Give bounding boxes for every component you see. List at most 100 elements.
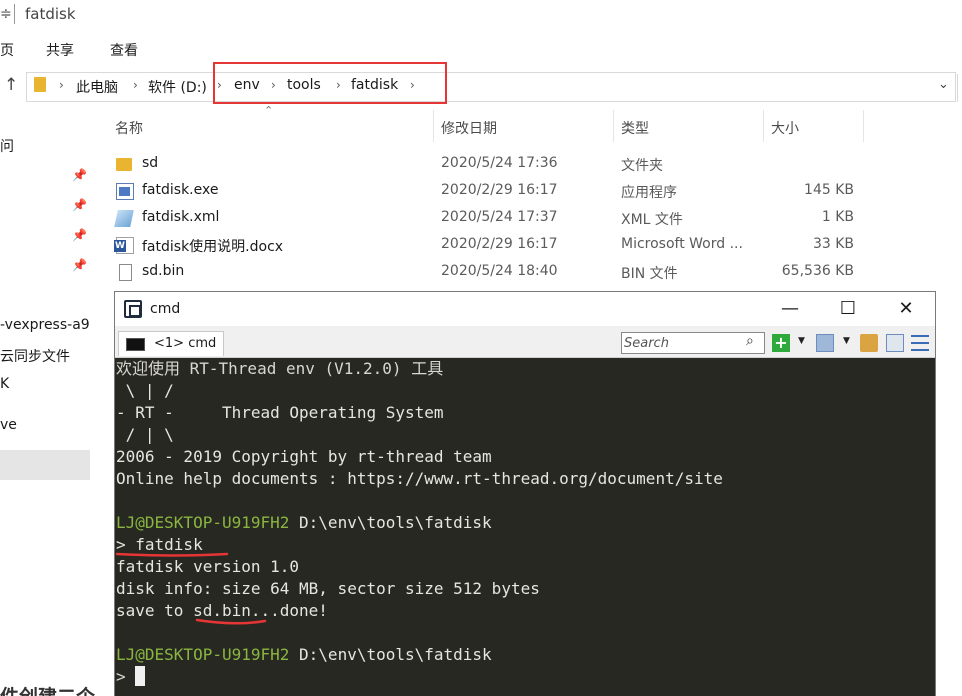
background-document-text: 件创建二个 xyxy=(0,682,95,696)
column-size[interactable]: 大小 xyxy=(771,118,799,138)
column-type[interactable]: 类型 xyxy=(621,118,649,138)
breadcrumb-this-pc[interactable]: 此电脑 xyxy=(76,77,118,97)
minimize-button[interactable]: — xyxy=(761,292,819,326)
explorer-title-bar: ≑ fatdisk xyxy=(0,0,962,32)
hamburger-menu-icon[interactable] xyxy=(911,335,929,351)
console-output[interactable]: 欢迎使用 RT-Thread env (V1.2.0) 工具 \ | / - R… xyxy=(115,358,935,696)
nav-item-cloud-sync[interactable]: 云同步文件 xyxy=(0,346,92,366)
console-prompt: LJ@DESKTOP-U919FH2 D:\env\tools\fatdisk xyxy=(116,644,492,666)
console-line: 欢迎使用 RT-Thread env (V1.2.0) 工具 xyxy=(116,359,444,378)
exe-icon xyxy=(116,183,134,200)
nav-item-selected[interactable] xyxy=(0,450,90,480)
nav-item[interactable]: K xyxy=(0,376,92,392)
console-line: 2006 - 2019 Copyright by rt-thread team xyxy=(116,447,492,466)
annotation-highlight-box xyxy=(213,62,447,104)
file-row[interactable]: fatdisk.xml 2020/5/24 17:37 XML 文件 1 KB xyxy=(112,205,872,232)
text-cursor xyxy=(135,666,145,686)
file-size: 1 KB xyxy=(821,209,854,225)
chevron-down-icon[interactable]: ▼ xyxy=(798,336,805,346)
file-name: sd xyxy=(142,155,159,171)
file-size: 33 KB xyxy=(812,236,854,252)
ribbon-tab-share[interactable]: 共享 xyxy=(46,40,74,60)
pin-icon[interactable]: 📌 xyxy=(72,228,87,242)
console-prompt: LJ@DESKTOP-U919FH2 D:\env\tools\fatdisk xyxy=(116,512,492,534)
address-separator xyxy=(957,74,958,102)
cmd-window: cmd — ☐ ✕ <1> cmd ⌕ + ▼ ▼ 欢迎使用 RT-Thread… xyxy=(114,291,936,696)
new-console-button[interactable]: + xyxy=(772,334,790,352)
column-name[interactable]: 名称 xyxy=(115,118,143,138)
console-line: disk info: size 64 MB, sector size 512 b… xyxy=(116,579,540,598)
file-type: XML 文件 xyxy=(621,212,683,228)
file-size: 145 KB xyxy=(804,182,854,198)
quick-access-icon[interactable]: ≑ xyxy=(0,6,12,22)
nav-item-vexpress[interactable]: -vexpress-a9 xyxy=(0,317,92,333)
sort-ascending-icon: ⌃ xyxy=(264,104,274,117)
cmd-title: cmd xyxy=(150,301,181,317)
cmd-title-bar[interactable]: cmd — ☐ ✕ xyxy=(115,292,935,326)
ribbon-tabs: 页 共享 查看 xyxy=(0,32,962,66)
console-line: > fatdisk xyxy=(116,535,203,554)
prompt-path: D:\env\tools\fatdisk xyxy=(299,513,492,532)
cmd-toolbar: <1> cmd ⌕ + ▼ ▼ xyxy=(115,326,935,358)
console-line: > xyxy=(116,667,126,686)
folder-icon xyxy=(116,158,132,171)
console-line: fatdisk version 1.0 xyxy=(116,557,300,576)
up-arrow-icon[interactable]: ↑ xyxy=(4,75,18,95)
file-row[interactable]: sd 2020/5/24 17:36 文件夹 xyxy=(112,151,872,178)
console-line: save to sd.bin...done! xyxy=(116,601,328,620)
prompt-user: LJ@DESKTOP-U919FH2 xyxy=(116,645,290,664)
console-line: Online help documents : https://www.rt-t… xyxy=(116,469,723,488)
folder-icon xyxy=(34,77,46,92)
xml-icon xyxy=(114,210,134,227)
chevron-down-icon[interactable]: ▼ xyxy=(843,336,850,346)
file-date: 2020/5/24 17:36 xyxy=(441,155,558,171)
file-row[interactable]: fatdisk使用说明.docx 2020/2/29 16:17 Microso… xyxy=(112,232,872,259)
panel-toggle-button[interactable] xyxy=(886,334,904,352)
lock-icon[interactable] xyxy=(860,334,878,352)
search-box[interactable]: ⌕ xyxy=(621,332,765,354)
pin-icon[interactable]: 📌 xyxy=(72,168,87,182)
file-row[interactable]: sd.bin 2020/5/24 18:40 BIN 文件 65,536 KB xyxy=(112,259,872,286)
file-type: Microsoft Word ... xyxy=(621,236,743,252)
tab-cmd[interactable]: <1> cmd xyxy=(118,331,224,356)
search-input[interactable] xyxy=(624,334,742,352)
word-icon xyxy=(114,237,134,254)
chevron-right-icon[interactable]: › xyxy=(133,78,138,92)
pin-icon[interactable]: 📌 xyxy=(72,258,87,272)
title-separator xyxy=(14,4,15,24)
console-icon xyxy=(126,338,145,351)
console-line: / | \ xyxy=(116,425,174,444)
pin-icon[interactable]: 📌 xyxy=(72,198,87,212)
file-date: 2020/5/24 18:40 xyxy=(441,263,558,279)
column-divider[interactable] xyxy=(433,110,434,142)
file-date: 2020/5/24 17:37 xyxy=(441,209,558,225)
file-size: 65,536 KB xyxy=(781,263,854,279)
column-divider[interactable] xyxy=(613,110,614,142)
address-row: ↑ › 此电脑 › 软件 (D:) › env › tools › fatdis… xyxy=(0,66,962,108)
column-divider[interactable] xyxy=(863,110,864,142)
nav-item-drive[interactable]: ve xyxy=(0,417,92,433)
prompt-user: LJ@DESKTOP-U919FH2 xyxy=(116,513,290,532)
ribbon-tab-view[interactable]: 查看 xyxy=(110,40,138,60)
maximize-button[interactable]: ☐ xyxy=(819,292,877,326)
file-type: 应用程序 xyxy=(621,185,677,201)
file-date: 2020/2/29 16:17 xyxy=(441,182,558,198)
file-type: 文件夹 xyxy=(621,158,663,174)
file-type: BIN 文件 xyxy=(621,266,678,282)
chevron-right-icon[interactable]: › xyxy=(59,78,64,92)
window-title: fatdisk xyxy=(25,5,76,23)
bin-icon xyxy=(119,264,132,281)
file-name: fatdisk使用说明.docx xyxy=(142,239,284,255)
breadcrumb-drive-d[interactable]: 软件 (D:) xyxy=(148,77,207,97)
conemu-app-icon[interactable] xyxy=(124,300,142,318)
search-icon[interactable]: ⌕ xyxy=(746,333,754,349)
chevron-down-icon[interactable]: ⌄ xyxy=(938,77,949,92)
column-divider[interactable] xyxy=(763,110,764,142)
file-row[interactable]: fatdisk.exe 2020/2/29 16:17 应用程序 145 KB xyxy=(112,178,872,205)
file-name: sd.bin xyxy=(142,263,185,279)
close-button[interactable]: ✕ xyxy=(877,292,935,326)
view-toggle-button[interactable] xyxy=(816,334,834,352)
column-date[interactable]: 修改日期 xyxy=(441,118,497,138)
console-line: - RT - Thread Operating System xyxy=(116,403,444,422)
ribbon-tab-home[interactable]: 页 xyxy=(0,40,14,60)
